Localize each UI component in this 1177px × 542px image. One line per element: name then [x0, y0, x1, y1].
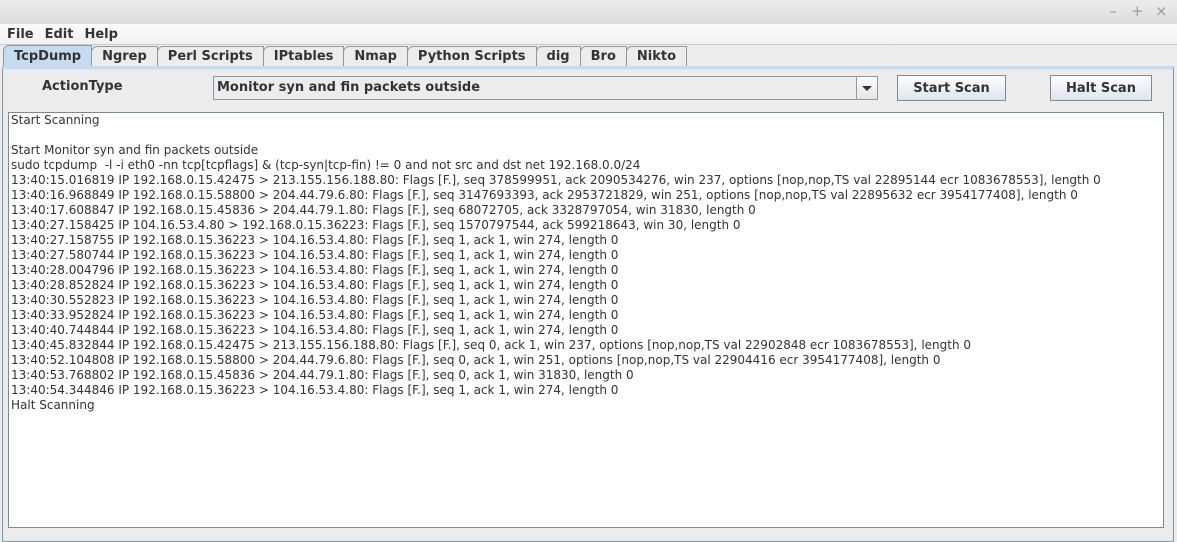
window-controls: – + × [1107, 4, 1167, 19]
output-textarea[interactable]: Start Scanning Start Monitor syn and fin… [8, 112, 1164, 528]
close-icon[interactable]: × [1155, 4, 1168, 19]
minimize-icon[interactable]: – [1107, 4, 1119, 19]
output-line: 13:40:27.158755 IP 192.168.0.15.36223 > … [11, 233, 619, 247]
maximize-icon[interactable]: + [1131, 4, 1144, 19]
output-line: sudo tcpdump -l -i eth0 -nn tcp[tcpflags… [11, 158, 641, 172]
output-line: 13:40:27.580744 IP 192.168.0.15.36223 > … [11, 248, 619, 262]
tab-nikto[interactable]: Nikto [625, 46, 688, 66]
output-line: 13:40:16.968849 IP 192.168.0.15.58800 > … [11, 188, 1078, 202]
title-bar[interactable]: – + × [0, 0, 1177, 25]
tab-dig[interactable]: dig [535, 46, 581, 66]
tab-ngrep[interactable]: Ngrep [91, 46, 158, 66]
output-line: 13:40:45.832844 IP 192.168.0.15.42475 > … [11, 338, 972, 352]
halt-scan-button[interactable]: Halt Scan [1050, 75, 1152, 101]
action-type-dropdown[interactable]: Monitor syn and fin packets outside [213, 76, 878, 100]
output-line: 13:40:40.744844 IP 192.168.0.15.36223 > … [11, 323, 619, 337]
output-line: 13:40:54.344846 IP 192.168.0.15.36223 > … [11, 383, 619, 397]
menu-bar: File Edit Help [0, 24, 1177, 45]
menu-file[interactable]: File [0, 27, 38, 42]
output-line: 13:40:53.768802 IP 192.168.0.15.45836 > … [11, 368, 634, 382]
action-type-label: ActionType [42, 79, 123, 94]
output-line: Halt Scanning [11, 398, 95, 412]
dropdown-arrow-icon[interactable] [856, 77, 877, 99]
tab-nmap[interactable]: Nmap [343, 46, 408, 66]
output-line: 13:40:17.608847 IP 192.168.0.15.45836 > … [11, 203, 756, 217]
menu-help[interactable]: Help [77, 27, 121, 42]
menu-edit[interactable]: Edit [38, 27, 78, 42]
tab-tcpdump[interactable]: TcpDump [3, 45, 93, 66]
output-line: 13:40:33.952824 IP 192.168.0.15.36223 > … [11, 308, 619, 322]
output-line: 13:40:30.552823 IP 192.168.0.15.36223 > … [11, 293, 619, 307]
output-line: Start Scanning [11, 113, 100, 127]
output-line: 13:40:27.158425 IP 104.16.53.4.80 > 192.… [11, 218, 741, 232]
output-line: 13:40:28.004796 IP 192.168.0.15.36223 > … [11, 263, 619, 277]
tab-bar: TcpDump Ngrep Perl Scripts IPtables Nmap… [3, 45, 688, 66]
output-line: Start Monitor syn and fin packets outsid… [11, 143, 259, 157]
output-line: 13:40:15.016819 IP 192.168.0.15.42475 > … [11, 173, 1101, 187]
action-type-selected: Monitor syn and fin packets outside [217, 80, 481, 95]
output-line: 13:40:28.852824 IP 192.168.0.15.36223 > … [11, 278, 619, 292]
tab-bro[interactable]: Bro [579, 46, 627, 66]
tab-iptables[interactable]: IPtables [262, 46, 345, 66]
tab-python-scripts[interactable]: Python Scripts [406, 46, 537, 66]
start-scan-button[interactable]: Start Scan [897, 75, 1006, 101]
tab-perl-scripts[interactable]: Perl Scripts [156, 46, 264, 66]
output-line: 13:40:52.104808 IP 192.168.0.15.58800 > … [11, 353, 941, 367]
